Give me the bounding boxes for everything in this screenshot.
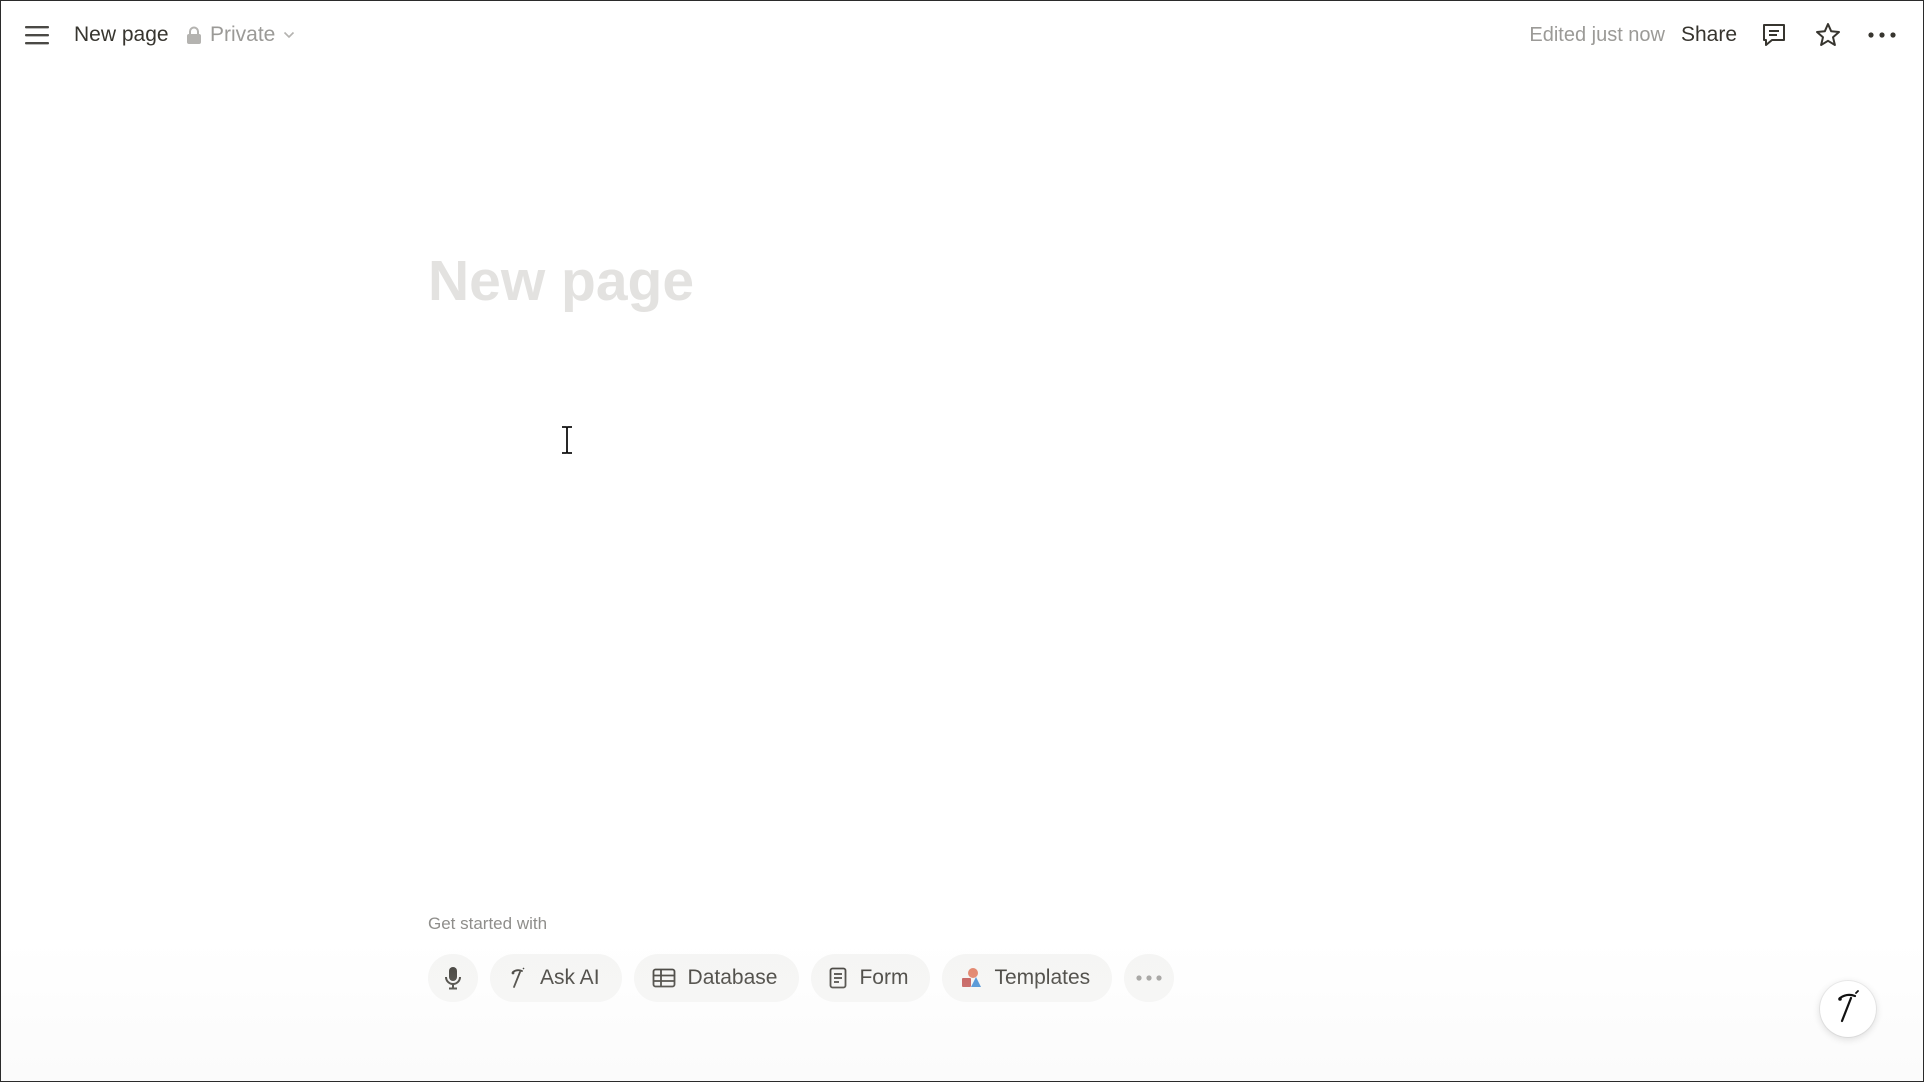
privacy-label: Private [210, 23, 276, 46]
database-button[interactable]: Database [633, 954, 800, 1002]
database-label: Database [687, 966, 778, 989]
form-label: Form [859, 966, 909, 989]
star-icon[interactable] [1810, 17, 1846, 53]
privacy-dropdown[interactable]: Private [186, 21, 295, 49]
notion-ai-icon [508, 967, 528, 989]
templates-icon [960, 967, 982, 989]
more-horizontal-icon[interactable] [1864, 17, 1900, 53]
templates-label: Templates [994, 966, 1091, 989]
more-options-button[interactable] [1124, 954, 1175, 1002]
comment-icon[interactable] [1756, 17, 1792, 53]
app-window: New page Private Edited just now Share N… [0, 0, 1924, 1082]
voice-input-button[interactable] [428, 954, 478, 1002]
microphone-icon [444, 966, 462, 990]
text-cursor-icon [558, 425, 576, 455]
notion-ai-icon [1833, 989, 1863, 1029]
more-horizontal-icon [1135, 974, 1163, 982]
form-button[interactable]: Form [811, 954, 931, 1002]
ask-ai-label: Ask AI [540, 966, 600, 989]
hamburger-menu-icon[interactable] [19, 19, 55, 51]
get-started-label: Get started with [428, 914, 548, 933]
ask-ai-button[interactable]: Ask AI [490, 954, 622, 1002]
lock-icon [186, 26, 202, 45]
top-bar: New page Private Edited just now Share [1, 1, 1923, 69]
page-title-input[interactable]: New page [428, 245, 694, 317]
get-started-actions: Ask AI Database Form Templates [428, 954, 1175, 1002]
share-button[interactable]: Share [1681, 21, 1737, 49]
form-icon [829, 967, 847, 989]
breadcrumb-page-title[interactable]: New page [74, 21, 169, 49]
chevron-down-icon [283, 31, 295, 39]
templates-button[interactable]: Templates [942, 954, 1113, 1002]
edited-status: Edited just now [1529, 24, 1665, 46]
floating-ai-button[interactable] [1820, 981, 1876, 1037]
table-icon [652, 968, 676, 988]
